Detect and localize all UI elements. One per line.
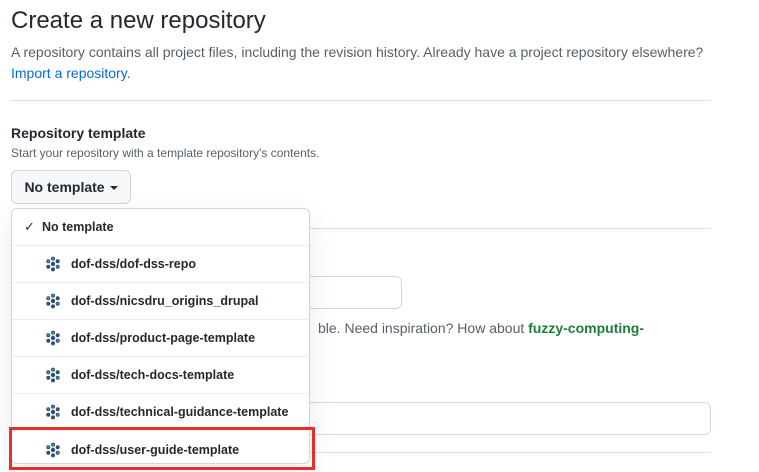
menu-item-technical-guidance-template[interactable]: dof-dss/technical-guidance-template	[12, 394, 309, 431]
name-inspiration-text: ble. Need inspiration? How about fuzzy-c…	[318, 320, 644, 336]
menu-item-label: dof-dss/technical-guidance-template	[71, 405, 289, 419]
import-repository-link[interactable]: Import a repository	[11, 65, 127, 81]
template-dropdown-label: No template	[24, 179, 105, 195]
page-description-text: A repository contains all project files,…	[11, 44, 704, 60]
inspiration-text: ble. Need inspiration? How about	[318, 320, 529, 336]
org-avatar-icon	[46, 367, 60, 383]
org-avatar-icon	[46, 256, 60, 272]
menu-item-label: No template	[42, 220, 114, 234]
background-divider-2	[310, 452, 711, 453]
menu-item-dof-dss-repo[interactable]: dof-dss/dof-dss-repo	[12, 246, 309, 283]
menu-item-label: dof-dss/product-page-template	[71, 331, 256, 345]
template-dropdown-button[interactable]: No template	[11, 170, 131, 204]
menu-item-label: dof-dss/dof-dss-repo	[71, 257, 196, 271]
org-avatar-icon	[46, 404, 60, 420]
menu-item-user-guide-template[interactable]: dof-dss/user-guide-template	[12, 431, 309, 463]
menu-item-product-page-template[interactable]: dof-dss/product-page-template	[12, 320, 309, 357]
description-input[interactable]	[290, 402, 711, 435]
check-icon: ✓	[24, 219, 35, 234]
menu-item-tech-docs-template[interactable]: dof-dss/tech-docs-template	[12, 357, 309, 394]
repository-template-note: Start your repository with a template re…	[11, 146, 320, 160]
section-divider	[11, 100, 711, 101]
org-avatar-icon	[46, 442, 60, 457]
background-divider	[310, 228, 711, 229]
template-dropdown-menu: ✓ No template dof-dss/dof-dss-repo dof-d…	[11, 208, 310, 464]
repository-template-label: Repository template	[11, 125, 146, 141]
org-avatar-icon	[46, 330, 60, 346]
inspiration-suggestion[interactable]: fuzzy-computing-	[528, 320, 644, 336]
org-avatar-icon	[46, 293, 60, 309]
menu-item-label: dof-dss/tech-docs-template	[71, 368, 235, 382]
page-description: A repository contains all project files,…	[11, 44, 704, 81]
menu-item-no-template[interactable]: ✓ No template	[12, 209, 309, 246]
menu-item-label: dof-dss/nicsdru_origins_drupal	[71, 294, 259, 308]
menu-item-nicsdru-origins-drupal[interactable]: dof-dss/nicsdru_origins_drupal	[12, 283, 309, 320]
menu-item-label: dof-dss/user-guide-template	[71, 442, 240, 457]
caret-down-icon	[109, 186, 118, 190]
page-title: Create a new repository	[11, 7, 266, 34]
